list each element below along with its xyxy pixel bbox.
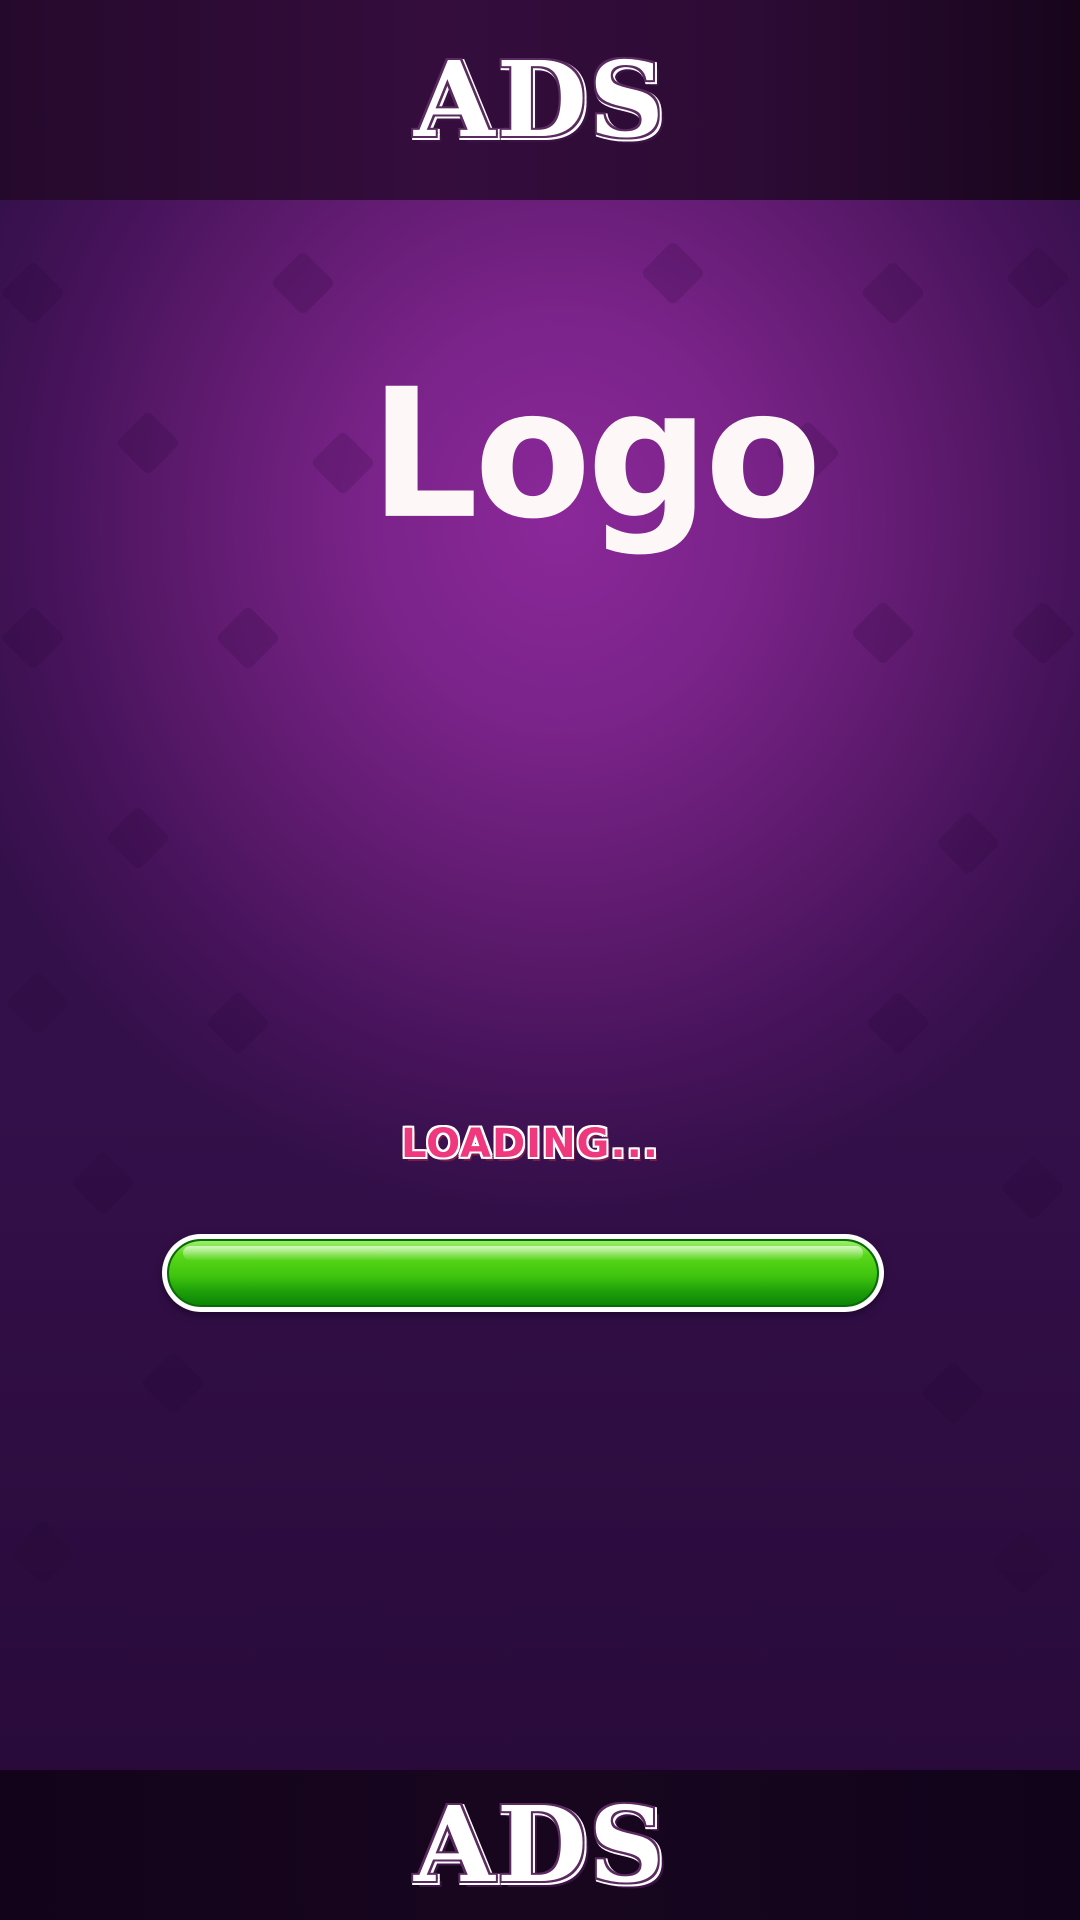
background-diamond xyxy=(215,605,281,671)
background-diamond xyxy=(860,260,926,326)
background-diamond xyxy=(0,605,66,671)
game-logo: Logo xyxy=(370,351,822,559)
background-diamond xyxy=(270,250,336,316)
background-diamond xyxy=(990,1530,1056,1596)
top-ad-label: ADS xyxy=(414,38,666,161)
background-diamond xyxy=(115,410,181,476)
bottom-ad-label: ADS xyxy=(414,1783,666,1906)
background-diamond xyxy=(1005,245,1071,311)
background-diamond xyxy=(105,805,171,871)
background-diamond xyxy=(865,990,931,1056)
background-diamond xyxy=(5,970,71,1036)
background-diamond xyxy=(935,810,1001,876)
progress-bar-gloss xyxy=(183,1246,863,1260)
loading-progress-bar xyxy=(162,1234,884,1312)
background-diamond xyxy=(640,240,706,306)
background-diamond xyxy=(205,990,271,1056)
progress-bar-track xyxy=(167,1239,879,1307)
loading-label: LOADING... xyxy=(401,1121,659,1167)
background-diamond xyxy=(0,260,66,326)
background-diamond xyxy=(140,1350,206,1416)
top-ad-banner[interactable]: ADS xyxy=(0,0,1080,200)
background-diamond xyxy=(1010,600,1076,666)
loading-screen: ADS Logo LOADING... ADS xyxy=(0,0,1080,1920)
background-diamond xyxy=(1000,1155,1066,1221)
bottom-ad-banner[interactable]: ADS xyxy=(0,1770,1080,1920)
background-diamond xyxy=(70,1150,136,1216)
background-diamond xyxy=(920,1360,986,1426)
background-diamond xyxy=(850,600,916,666)
background-diamond xyxy=(310,430,376,496)
progress-bar-fill xyxy=(169,1241,877,1305)
background-diamond xyxy=(10,1520,76,1586)
